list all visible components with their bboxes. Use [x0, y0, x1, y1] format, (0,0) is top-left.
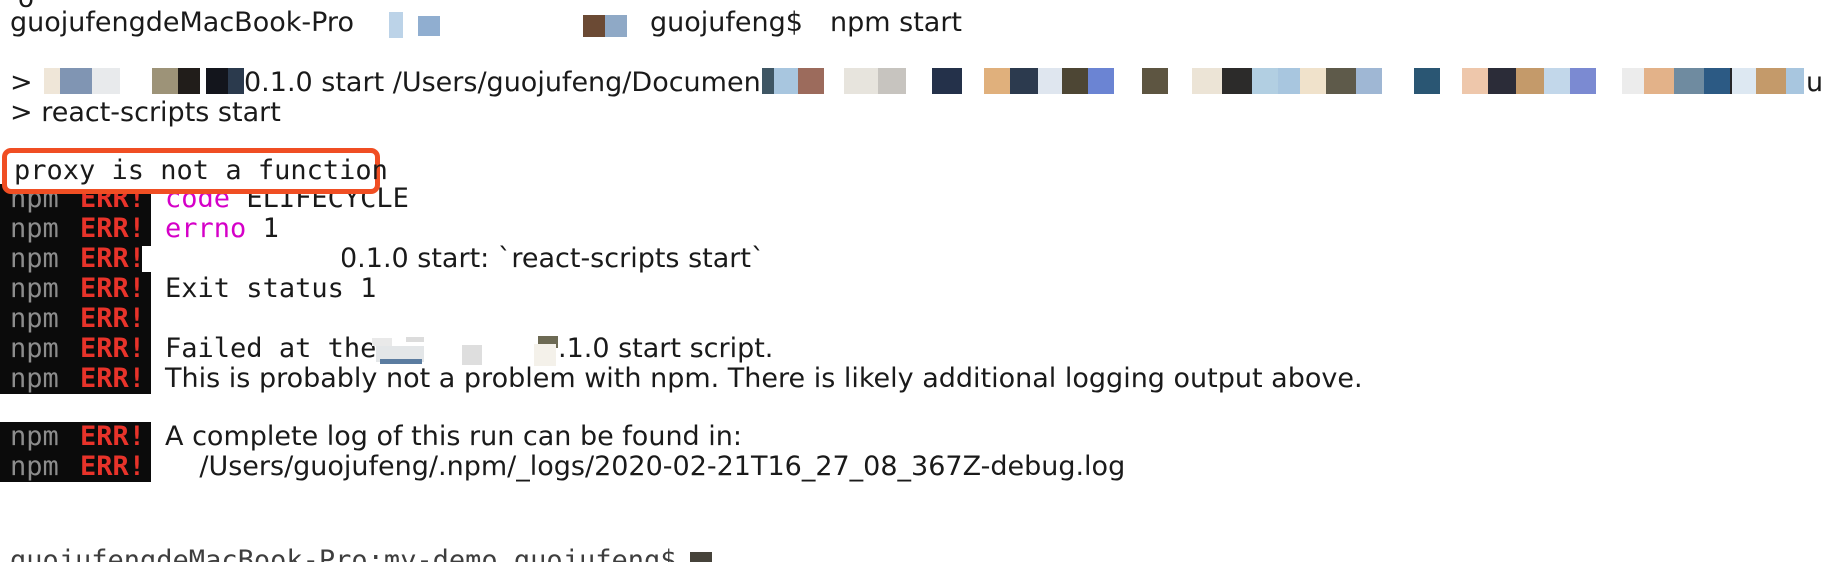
- redaction-block-prompt-3: [583, 15, 605, 37]
- npm-err-label: ERR!: [78, 364, 152, 394]
- npm-gutter-label: npm: [0, 364, 66, 394]
- npm-err-line-blank: npm ERR!: [0, 304, 165, 334]
- npm-gutter-gap: [66, 274, 78, 304]
- npm-gutter-label: npm: [0, 334, 66, 364]
- npm-err-label: ERR!: [78, 244, 152, 274]
- redaction-block-pkg-2: [60, 68, 92, 94]
- npm-err-text: Failed at the: [165, 333, 377, 364]
- npm-err-line-failed-at: npm ERR! Failed at the: [0, 334, 376, 364]
- npm-gutter-gap: [66, 244, 78, 274]
- redaction-block-prompt-4: [605, 15, 627, 37]
- redaction-block-startscript: [142, 246, 342, 272]
- terminal-window: o guojufengdeMacBook-Pro guojufeng$ npm …: [0, 0, 1828, 562]
- npm-err-start-script-text: 0.1.0 start: `react-scripts start`: [340, 243, 765, 274]
- npm-err-text: This is probably not a problem with npm.…: [165, 363, 1363, 394]
- npm-gutter-gap: [66, 214, 78, 244]
- redaction-block-bottom: [690, 552, 712, 562]
- npm-gutter-label: npm: [0, 214, 66, 244]
- npm-err-text: Exit status 1: [165, 273, 377, 304]
- npm-err-line-exit-status: npm ERR! Exit status 1: [0, 274, 376, 304]
- redaction-block-pkg-7: [228, 68, 244, 94]
- clipped-bottom-line: guojufengdeMacBook-Pro:my-demo guojufeng…: [10, 545, 677, 562]
- redaction-block-pkg-1: [44, 68, 60, 94]
- npm-err-label: ERR!: [78, 334, 152, 364]
- npm-err-keyword: errno: [165, 213, 247, 244]
- redaction-block-prompt-1: [389, 12, 403, 38]
- npm-gutter-label: npm: [0, 422, 66, 452]
- npm-err-body: errno 1: [151, 214, 279, 244]
- npm-err-label: ERR!: [78, 214, 152, 244]
- prompt-host: guojufengdeMacBook-Pro: [10, 7, 354, 38]
- redaction-block-pkg-4: [152, 68, 178, 94]
- npm-gutter-gap: [66, 422, 78, 452]
- redaction-block-failed-5: [462, 345, 482, 365]
- npm-gutter-label: npm: [0, 452, 66, 482]
- npm-err-line-log-path: npm ERR! /Users/guojufeng/.npm/_logs/202…: [0, 452, 1125, 482]
- npm-err-line-start-script: npm ERR!: [0, 244, 152, 274]
- script-react-scripts: > react-scripts start: [10, 97, 281, 128]
- npm-err-label: ERR!: [78, 422, 152, 452]
- redaction-block-pkg-5: [178, 68, 200, 94]
- npm-gutter-label: npm: [0, 274, 66, 304]
- npm-gutter-label: npm: [0, 244, 66, 274]
- prompt-user: guojufeng$: [650, 7, 812, 38]
- npm-gutter-gap: [66, 452, 78, 482]
- highlight-error-text: proxy is not a function: [14, 155, 388, 186]
- npm-err-text: [151, 304, 165, 334]
- redaction-block-failed-7: [534, 344, 556, 366]
- script-version-start: 0.1.0 start /Users/guojufeng/Documen: [244, 67, 761, 98]
- npm-err-text: A complete log of this run can be found …: [165, 421, 742, 452]
- redaction-block-prompt-2: [418, 16, 440, 36]
- redaction-block-failed-4: [380, 359, 422, 364]
- npm-err-line-not-a-problem: npm ERR! This is probably not a problem …: [0, 364, 1363, 394]
- prompt-command: npm start: [830, 7, 963, 38]
- npm-err-log-path: /Users/guojufeng/.npm/_logs/2020-02-21T1…: [165, 451, 1126, 482]
- redaction-block-failed-1: [372, 338, 392, 346]
- npm-err-text: 1: [246, 213, 279, 244]
- script-arrow-1: >: [10, 67, 42, 98]
- npm-err-label: ERR!: [78, 304, 152, 334]
- npm-gutter-gap: [66, 304, 78, 334]
- npm-err-line-complete-log: npm ERR! A complete log of this run can …: [0, 422, 742, 452]
- npm-err-line-errno: npm ERR! errno 1: [0, 214, 279, 244]
- npm-gutter-label: npm: [0, 304, 66, 334]
- redaction-block-failed-2: [406, 337, 424, 342]
- npm-gutter-gap: [66, 334, 78, 364]
- npm-err-failed-suffix: .1.0 start script.: [558, 333, 774, 364]
- redaction-block-pkg-6: [206, 68, 228, 94]
- script-trailing-char: u: [1806, 67, 1824, 98]
- npm-err-label: ERR!: [78, 274, 152, 304]
- npm-gutter-gap: [66, 364, 78, 394]
- redaction-strip-path-2: [1644, 68, 1804, 94]
- npm-err-label: ERR!: [78, 452, 152, 482]
- redaction-block-pkg-3: [92, 68, 120, 94]
